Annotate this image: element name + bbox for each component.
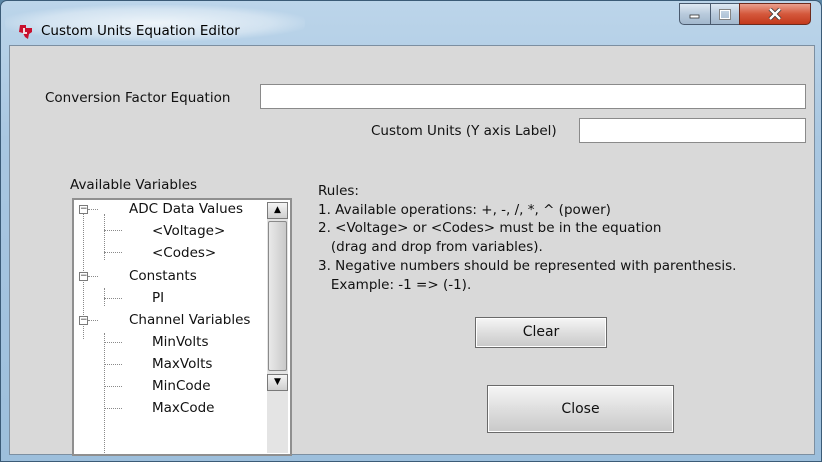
maximize-icon bbox=[719, 8, 731, 20]
tree-connector bbox=[88, 320, 98, 321]
custom-units-label: Custom Units (Y axis Label) bbox=[371, 123, 557, 139]
tree-item-maxvolts[interactable]: MaxVolts bbox=[152, 356, 212, 372]
tree-connector bbox=[104, 342, 122, 343]
tree-item-minvolts[interactable]: MinVolts bbox=[152, 334, 208, 350]
available-variables-label: Available Variables bbox=[70, 177, 198, 193]
scroll-up-button[interactable]: ▲ bbox=[267, 202, 288, 219]
collapse-constants-icon[interactable]: − bbox=[79, 272, 88, 281]
window-title: Custom Units Equation Editor bbox=[41, 23, 240, 39]
tree-connector bbox=[104, 386, 122, 387]
rules-text: Rules: 1. Available operations: +, -, /, … bbox=[318, 182, 736, 294]
custom-units-input[interactable] bbox=[579, 118, 806, 143]
clear-button[interactable]: Clear bbox=[475, 317, 607, 348]
scroll-up-arrow-icon: ▲ bbox=[274, 205, 281, 215]
scroll-down-button[interactable]: ▼ bbox=[267, 374, 288, 391]
minimize-icon bbox=[689, 14, 700, 19]
dialog-client-area: Conversion Factor Equation Custom Units … bbox=[9, 45, 815, 456]
minimize-button[interactable] bbox=[679, 3, 711, 25]
scroll-down-arrow-icon: ▼ bbox=[274, 377, 281, 387]
rules-title: Rules: bbox=[318, 183, 359, 199]
close-icon bbox=[768, 8, 782, 20]
rules-line: 1. Available operations: +, -, /, *, ^ (… bbox=[318, 201, 611, 218]
tree-item-mincode[interactable]: MinCode bbox=[152, 378, 211, 394]
rules-line: 3. Negative numbers should be represente… bbox=[318, 257, 737, 274]
conversion-factor-label: Conversion Factor Equation bbox=[45, 90, 231, 106]
tree-connector bbox=[88, 209, 98, 210]
rules-line: (drag and drop from variables). bbox=[318, 239, 543, 256]
tree-item-constants[interactable]: Constants bbox=[129, 268, 197, 284]
ti-logo-icon bbox=[19, 25, 32, 39]
conversion-factor-input[interactable] bbox=[260, 84, 806, 109]
tree-connector bbox=[104, 298, 122, 299]
tree-item-codes[interactable]: <Codes> bbox=[152, 245, 216, 261]
variables-scrollbar[interactable]: ▲ ▼ bbox=[267, 202, 288, 453]
tree-connector bbox=[104, 252, 122, 253]
collapse-adc-data-values-icon[interactable]: − bbox=[79, 205, 88, 214]
tree-item-voltage[interactable]: <Voltage> bbox=[152, 223, 225, 239]
tree-item-maxcode[interactable]: MaxCode bbox=[152, 400, 214, 416]
maximize-button[interactable] bbox=[710, 3, 740, 25]
close-window-button[interactable] bbox=[739, 3, 811, 25]
tree-connector bbox=[104, 288, 105, 306]
tree-item-adc-data-values[interactable]: ADC Data Values bbox=[129, 201, 243, 217]
close-button[interactable]: Close bbox=[487, 385, 674, 433]
editor-window: Custom Units Equation Editor Conversion … bbox=[0, 0, 822, 462]
tree-item-channel-variables[interactable]: Channel Variables bbox=[129, 312, 250, 328]
tree-connector bbox=[104, 230, 122, 231]
scroll-thumb[interactable] bbox=[268, 221, 287, 371]
collapse-channel-variables-icon[interactable]: − bbox=[79, 316, 88, 325]
rules-line: Example: -1 => (-1). bbox=[318, 276, 472, 293]
tree-connector bbox=[104, 214, 105, 260]
tree-connector bbox=[88, 276, 98, 277]
tree-connector bbox=[104, 408, 122, 409]
rules-line: 2. <Voltage> or <Codes> must be in the e… bbox=[318, 220, 662, 237]
tree-item-pi[interactable]: PI bbox=[152, 290, 164, 306]
title-bar[interactable]: Custom Units Equation Editor bbox=[1, 1, 821, 45]
tree-connector bbox=[104, 364, 122, 365]
variables-tree[interactable]: − − − ADC Data Values <Voltage> <Codes> … bbox=[72, 198, 292, 456]
tree-connector bbox=[104, 333, 105, 453]
